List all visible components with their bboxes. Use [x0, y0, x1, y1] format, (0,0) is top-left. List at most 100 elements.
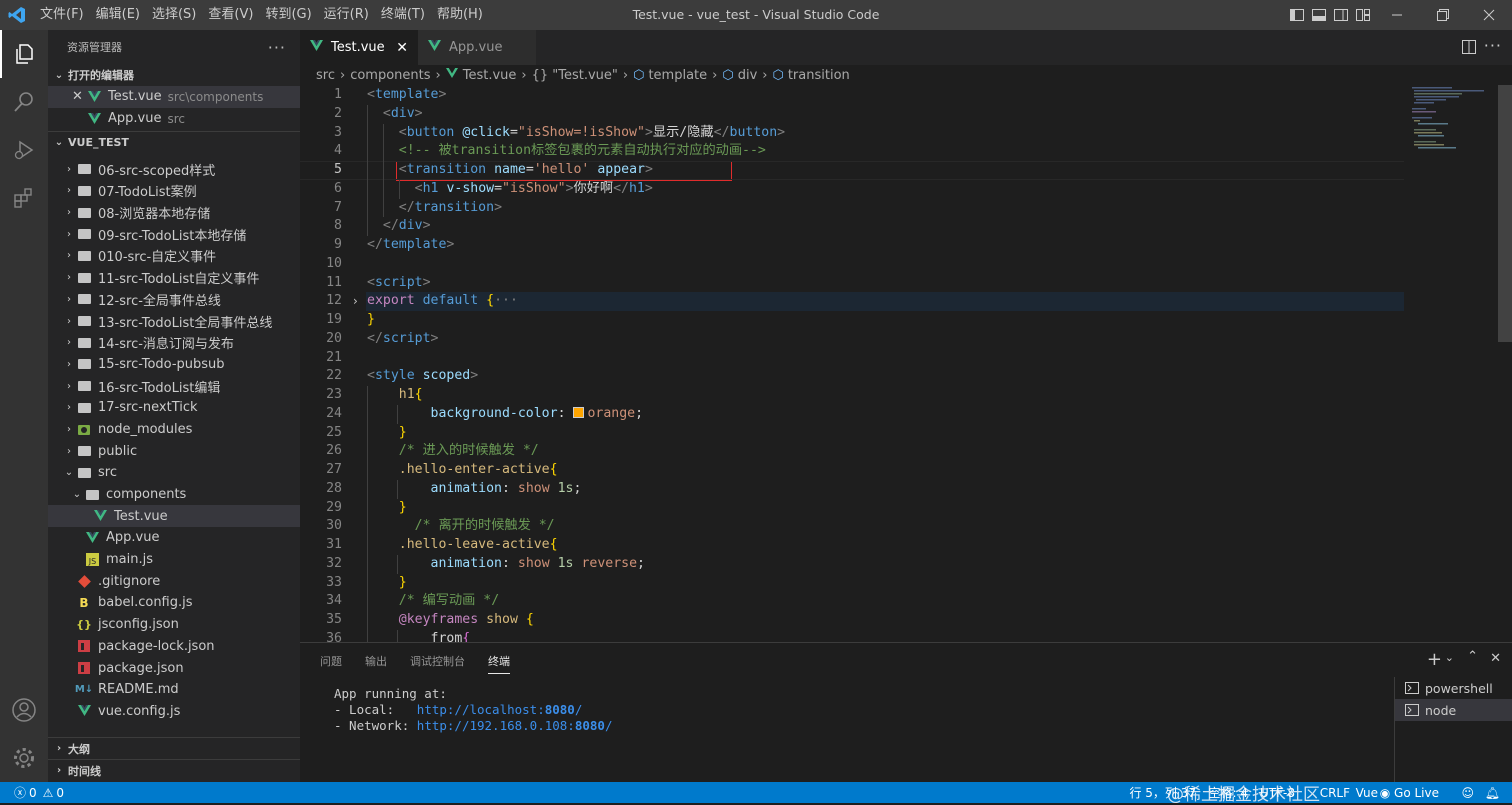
code-line[interactable]: 30 /* 离开的时候触发 */ [300, 517, 1404, 537]
feedback-icon[interactable]: ☺ [1461, 786, 1474, 800]
code-line[interactable]: 7 </transition> [300, 198, 1404, 218]
code-line[interactable]: 31 .hello-leave-active{ [300, 536, 1404, 555]
code-line[interactable]: 24 background-color: orange; [300, 404, 1404, 424]
tree-file[interactable]: {} jsconfig.json [48, 614, 300, 636]
tree-folder[interactable]: › 14-src-消息订阅与发布 [48, 332, 300, 354]
explorer-icon[interactable] [0, 30, 48, 78]
code-line[interactable]: 34 /* 编写动画 */ [300, 592, 1404, 612]
manage-gear-icon[interactable] [0, 734, 48, 782]
code-line[interactable]: 6 <h1 v-show="isShow">你好啊</h1> [300, 179, 1404, 199]
fold-chevron-icon[interactable]: › [353, 292, 358, 311]
warning-icon[interactable]: ⚠ [43, 786, 54, 800]
terminal-local-slash[interactable]: / [575, 702, 583, 717]
open-editor-item[interactable]: ✕ Test.vue src\components [48, 86, 300, 108]
end-of-line[interactable]: CRLF [1320, 786, 1350, 800]
open-editors-header[interactable]: ⌄ 打开的编辑器 [48, 64, 300, 86]
menu-help[interactable]: 帮助(H) [431, 0, 489, 30]
split-editor-icon[interactable] [1462, 40, 1476, 58]
indentation[interactable]: 空格: 4 [1209, 784, 1249, 801]
warning-count[interactable]: 0 [56, 786, 64, 800]
terminal-local-url[interactable]: http://localhost: [417, 702, 545, 717]
tree-folder[interactable]: › 010-src-自定义事件 [48, 245, 300, 267]
error-count[interactable]: 0 [29, 786, 37, 800]
tab-app-vue[interactable]: App.vue [418, 30, 536, 65]
menu-terminal[interactable]: 终端(T) [375, 0, 431, 30]
terminal-item-powershell[interactable]: powershell [1395, 677, 1512, 699]
code-line[interactable]: 29 } [300, 498, 1404, 518]
tree-file[interactable]: vue.config.js [48, 701, 300, 723]
code-line[interactable]: 20 </script> [300, 330, 1404, 349]
breadcrumb-item[interactable]: div [738, 68, 758, 83]
code-line[interactable]: 3 <button @click="isShow=!isShow">显示/隐藏<… [300, 123, 1404, 143]
customize-layout-icon[interactable] [1352, 0, 1374, 30]
code-line[interactable]: 21 [300, 349, 1404, 368]
close-editor-icon[interactable]: ✕ [72, 89, 86, 104]
tab-problems[interactable]: 问题 [320, 653, 342, 669]
tree-folder[interactable]: › node_modules [48, 419, 300, 441]
code-line[interactable]: 22 <style scoped> [300, 367, 1404, 386]
tree-file[interactable]: Test.vue [48, 505, 300, 528]
terminal-local-port[interactable]: 8080 [545, 702, 575, 717]
tree-file[interactable]: .gitignore [48, 570, 300, 592]
menu-go[interactable]: 转到(G) [259, 0, 317, 30]
tree-folder[interactable]: › 11-src-TodoList自定义事件 [48, 267, 300, 289]
project-header[interactable]: ⌄ VUE_TEST [48, 131, 300, 153]
code-line[interactable]: 25 } [300, 423, 1404, 443]
timeline-header[interactable]: › 时间线 [48, 759, 300, 781]
toggle-panel-icon[interactable] [1308, 0, 1330, 30]
code-line[interactable]: 11 <script> [300, 274, 1404, 293]
run-debug-icon[interactable] [0, 126, 48, 174]
encoding[interactable]: UTF-8 [1260, 786, 1295, 800]
code-line[interactable]: 19} [300, 311, 1404, 330]
menu-file[interactable]: 文件(F) [34, 0, 90, 30]
terminal-network-url[interactable]: http://192.168.0.108: [417, 718, 575, 733]
error-icon[interactable]: ⓧ [14, 784, 26, 801]
code-line[interactable]: 35 @keyframes show { [300, 611, 1404, 630]
code-line[interactable]: 32 animation: show 1s reverse; [300, 554, 1404, 574]
tree-folder[interactable]: ⌄ src [48, 462, 300, 484]
go-live-button[interactable]: ◉ Go Live [1380, 786, 1439, 800]
code-line[interactable]: 1 <template> [300, 86, 1404, 105]
tab-test-vue[interactable]: Test.vue ✕ [300, 30, 418, 65]
terminal-network-port[interactable]: 8080 [575, 718, 605, 733]
breadcrumb-item[interactable]: {} "Test.vue" [532, 68, 618, 83]
code-line[interactable]: 27 .hello-enter-active{ [300, 461, 1404, 480]
tab-debug-console[interactable]: 调试控制台 [410, 653, 465, 669]
code-line[interactable]: 23 h1{ [300, 386, 1404, 405]
maximize-panel-icon[interactable]: ⌃ [1467, 649, 1478, 664]
tree-folder[interactable]: › 13-src-TodoList全局事件总线 [48, 310, 300, 332]
breadcrumb-item[interactable]: components [350, 68, 430, 83]
tree-folder[interactable]: › 07-TodoList案例 [48, 180, 300, 202]
tree-folder[interactable]: › 12-src-全局事件总线 [48, 289, 300, 311]
cursor-position[interactable]: 行 5，列 37 [1129, 784, 1196, 801]
more-actions-icon[interactable]: ··· [268, 38, 286, 57]
close-panel-icon[interactable]: ✕ [1490, 651, 1501, 666]
tree-file[interactable]: package-lock.json [48, 636, 300, 658]
tree-file[interactable]: Bbabel.config.js [48, 592, 300, 614]
code-line[interactable]: 8 </div> [300, 217, 1404, 237]
code-line[interactable]: 12 export default {··· [300, 292, 1404, 311]
accounts-icon[interactable] [0, 686, 48, 734]
code-line[interactable]: 10 [300, 255, 1404, 274]
tree-folder[interactable]: ⌄ components [48, 484, 300, 506]
tree-folder[interactable]: › 09-src-TodoList本地存储 [48, 223, 300, 245]
open-editor-item[interactable]: App.vue src [48, 108, 300, 130]
chevron-down-icon[interactable]: ⌄ [1445, 651, 1454, 664]
tree-folder[interactable]: › public [48, 440, 300, 462]
menu-run[interactable]: 运行(R) [318, 0, 375, 30]
tab-terminal[interactable]: 终端 [488, 653, 510, 674]
toggle-sidebar-icon[interactable] [1286, 0, 1308, 30]
search-icon[interactable] [0, 78, 48, 126]
code-line[interactable]: 9 </template> [300, 236, 1404, 255]
menu-edit[interactable]: 编辑(E) [90, 0, 146, 30]
tree-file[interactable]: JS main.js [48, 549, 300, 571]
terminal-network-slash[interactable]: / [605, 718, 613, 733]
code-editor[interactable]: 1 <template> 2 <div> 3 <button @click="isSh… [300, 85, 1512, 642]
tree-file[interactable]: App.vue [48, 527, 300, 549]
code-line[interactable]: 2 <div> [300, 104, 1404, 124]
scrollbar-thumb[interactable] [1498, 85, 1512, 342]
tree-folder[interactable]: › 17-src-nextTick [48, 397, 300, 419]
code-line[interactable]: 4 <!-- 被transition标签包裹的元素自动执行对应的动画--> [300, 142, 1404, 162]
minimize-icon[interactable] [1374, 0, 1420, 30]
extensions-icon[interactable] [0, 174, 48, 222]
